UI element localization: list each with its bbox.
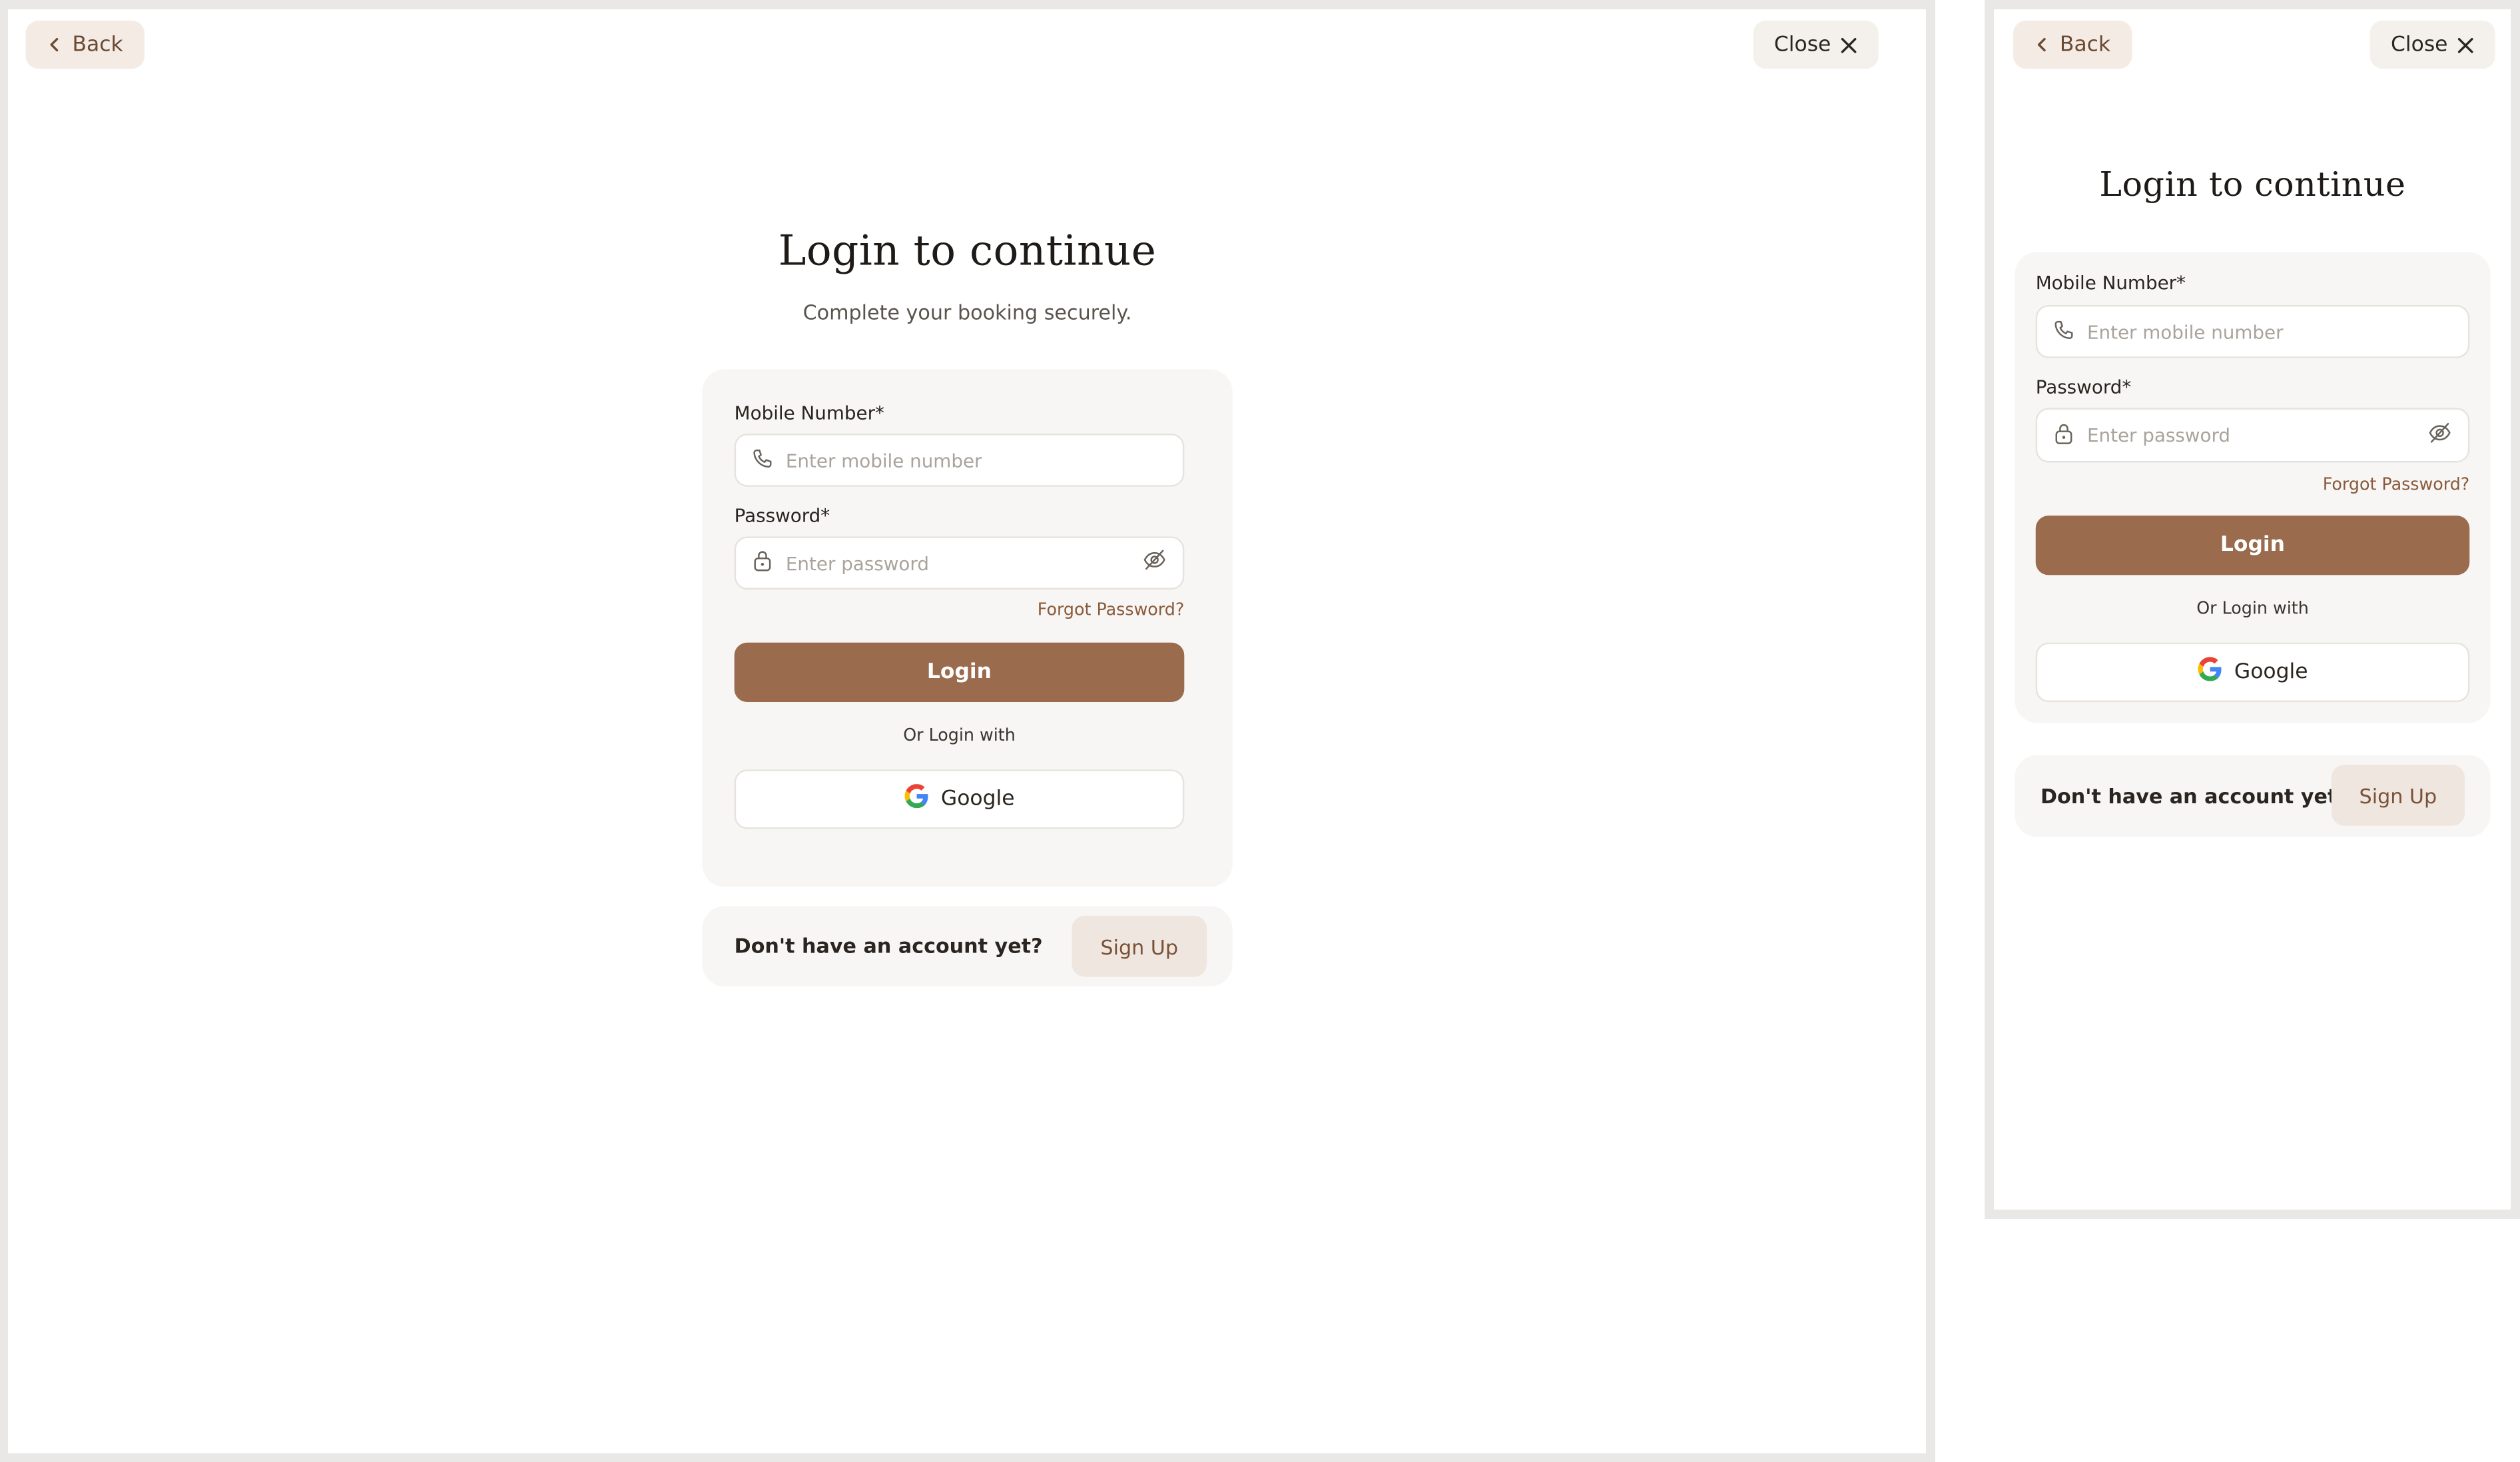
mobile-placeholder: Enter mobile number xyxy=(785,448,982,472)
close-label: Close xyxy=(2391,32,2448,57)
signup-card: Don't have an account yet? Sign Up xyxy=(2015,755,2491,837)
forgot-password-link[interactable]: Forgot Password? xyxy=(2036,476,2470,495)
page-subtitle: Complete your booking securely. xyxy=(802,300,1132,324)
eye-off-icon[interactable] xyxy=(1143,548,1167,578)
google-label: Google xyxy=(940,787,1015,812)
back-button[interactable]: Back xyxy=(2013,20,2132,69)
sign-up-button[interactable]: Sign Up xyxy=(2331,765,2465,826)
no-account-text: Don't have an account yet? xyxy=(2040,784,2349,809)
mobile-label: Mobile Number* xyxy=(2035,271,2186,294)
google-label: Google xyxy=(2234,660,2308,685)
password-placeholder: Enter password xyxy=(2086,424,2231,447)
desktop-screen: Back Close Login to continue Complete yo… xyxy=(8,9,1926,1453)
or-login-with-text: Or Login with xyxy=(903,726,1016,746)
password-placeholder: Enter password xyxy=(785,551,929,575)
chevron-left-icon xyxy=(2034,37,2050,53)
login-button[interactable]: Login xyxy=(2035,516,2470,575)
eye-off-icon[interactable] xyxy=(2428,420,2452,451)
login-button[interactable]: Login xyxy=(734,642,1185,703)
mobile-field[interactable]: Enter mobile number xyxy=(2035,304,2470,358)
mobile-label: Mobile Number* xyxy=(734,401,884,424)
back-label: Back xyxy=(2059,32,2111,57)
google-login-button[interactable]: Google xyxy=(2035,642,2470,703)
chevron-left-icon xyxy=(47,37,63,53)
password-field[interactable]: Enter password xyxy=(2035,408,2470,463)
page-title: Login to continue xyxy=(778,228,1157,276)
close-button[interactable]: Close xyxy=(1753,20,1879,69)
page-title: Login to continue xyxy=(2099,165,2406,204)
google-logo-icon xyxy=(904,784,928,815)
close-label: Close xyxy=(1773,32,1831,57)
no-account-text: Don't have an account yet? xyxy=(734,933,1043,958)
back-label: Back xyxy=(72,32,123,57)
sign-up-button[interactable]: Sign Up xyxy=(1072,915,1207,977)
mobile-field[interactable]: Enter mobile number xyxy=(734,434,1185,487)
login-card: Mobile Number* Enter mobile number Passw… xyxy=(2015,252,2491,723)
phone-icon xyxy=(2053,316,2074,347)
back-button[interactable]: Back xyxy=(25,20,145,69)
password-field[interactable]: Enter password xyxy=(734,536,1185,590)
or-login-with-text: Or Login with xyxy=(2196,599,2309,619)
mobile-screen: Back Close Login to continue Mobile Numb… xyxy=(1994,9,2511,1210)
close-button[interactable]: Close xyxy=(2369,20,2496,69)
close-icon xyxy=(1841,36,1859,54)
lock-icon xyxy=(2053,420,2074,451)
google-logo-icon xyxy=(2197,657,2221,687)
lock-icon xyxy=(752,548,773,578)
close-icon xyxy=(2457,36,2475,54)
login-card: Mobile Number* Enter mobile number Passw… xyxy=(702,369,1233,887)
password-label: Password* xyxy=(734,504,830,527)
phone-icon xyxy=(752,445,773,476)
google-login-button[interactable]: Google xyxy=(734,769,1185,829)
password-label: Password* xyxy=(2035,376,2132,398)
mobile-placeholder: Enter mobile number xyxy=(2086,320,2284,343)
forgot-password-link[interactable]: Forgot Password? xyxy=(735,601,1185,620)
signup-card: Don't have an account yet? Sign Up xyxy=(702,906,1233,987)
